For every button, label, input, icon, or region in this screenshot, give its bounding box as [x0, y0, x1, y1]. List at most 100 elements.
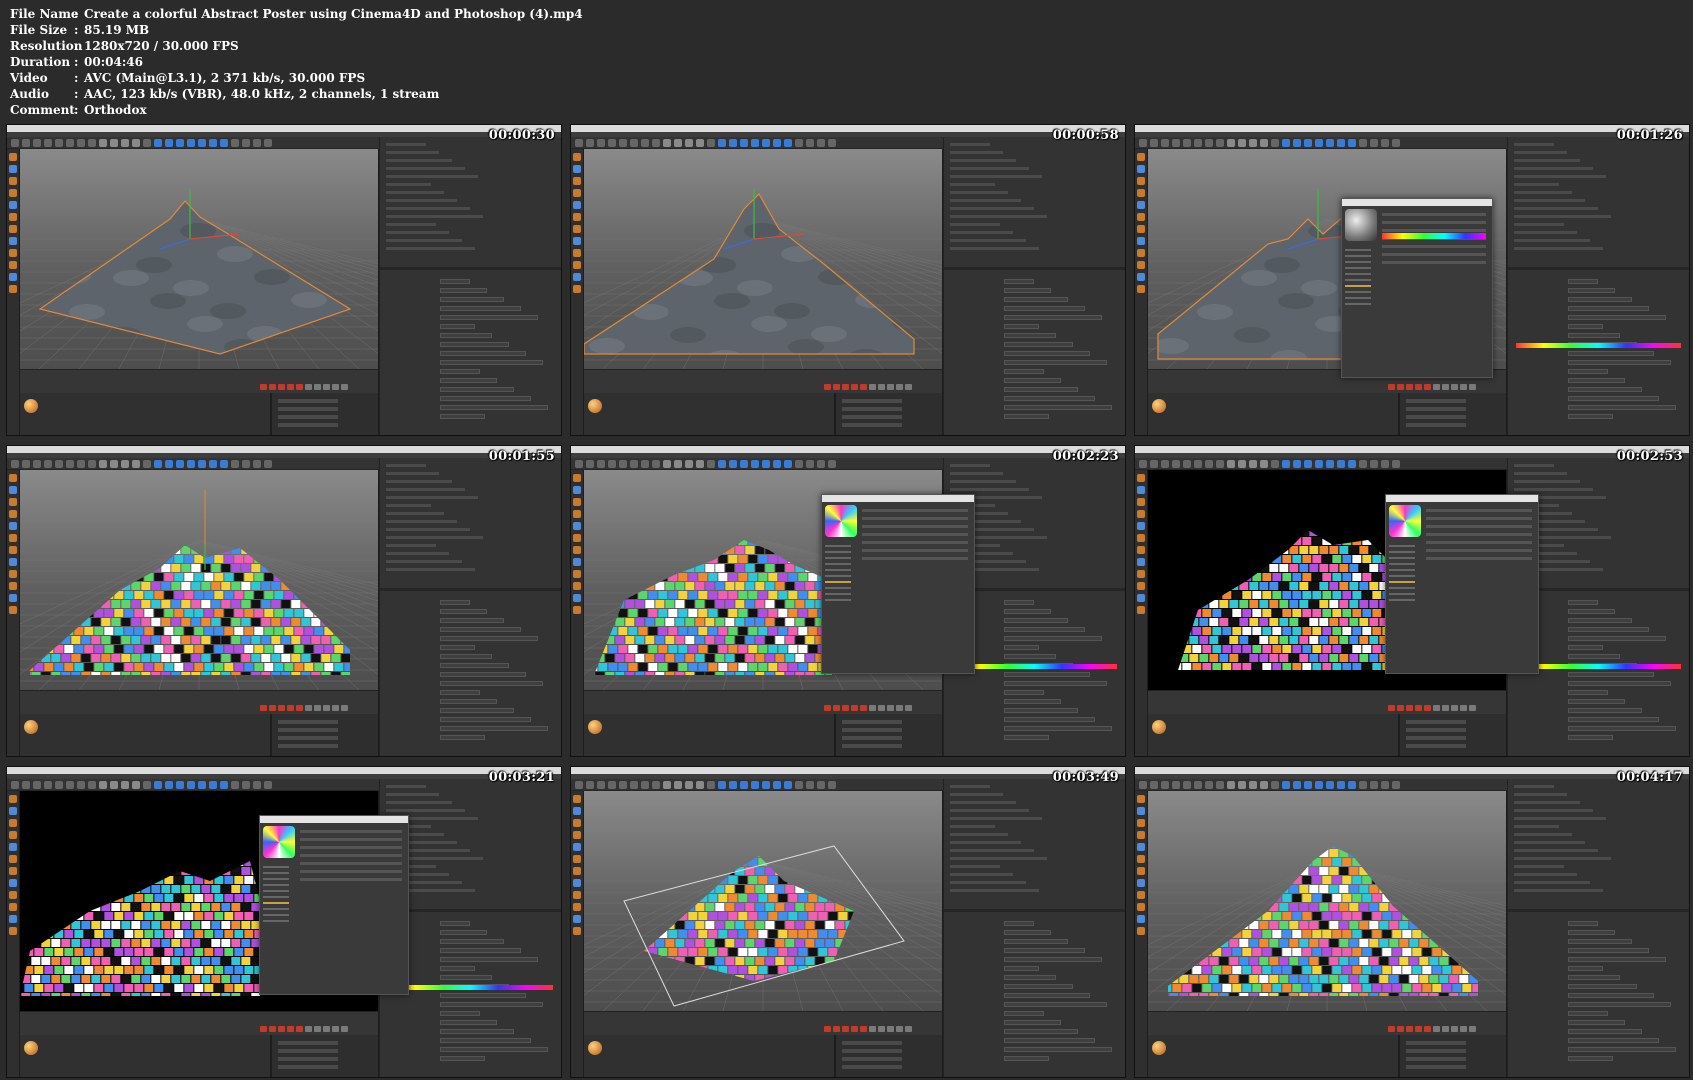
playback-button [878, 384, 885, 390]
toolbar-icon [1216, 139, 1224, 147]
tool-icon [9, 558, 17, 566]
toolbar-icon [1139, 460, 1147, 468]
attributes-panel [379, 137, 561, 435]
attribute-field [440, 378, 497, 383]
playback-button [278, 1026, 285, 1032]
toolbar-icon [121, 781, 129, 789]
tool-icon [9, 165, 17, 173]
timeline [584, 369, 942, 393]
coord-field [842, 736, 902, 740]
channel-list-item [1389, 569, 1415, 571]
playback-button [860, 384, 867, 390]
property-row [300, 854, 402, 857]
attribute-field [440, 939, 504, 944]
timeline [584, 1011, 942, 1035]
coord-field [278, 399, 338, 403]
playback-button [1406, 384, 1413, 390]
info-value: AVC (Main@L3.1), 2 371 kb/s, 30.000 FPS [84, 71, 366, 85]
object-row [950, 809, 1029, 812]
info-row: Audio: AAC, 123 kb/s (VBR), 48.0 kHz, 2 c… [10, 86, 583, 102]
app-titlebar [571, 446, 1125, 453]
tool-icon [1137, 927, 1145, 935]
material-editor-window [259, 815, 409, 995]
tool-icon [9, 225, 17, 233]
left-toolbar [1135, 791, 1147, 1077]
material-editor-titlebar [1386, 495, 1538, 502]
toolbar-icon [1260, 139, 1268, 147]
playback-button [296, 705, 303, 711]
toolbar-icon [630, 139, 638, 147]
tool-icon [1137, 153, 1145, 161]
object-row [950, 889, 1039, 892]
object-row [386, 793, 439, 796]
tool-icon [573, 927, 581, 935]
toolbar-icon [1172, 139, 1180, 147]
playback-button [314, 384, 321, 390]
viewport [584, 791, 942, 1011]
object-row [950, 865, 1000, 868]
object-row [386, 191, 444, 194]
object-row [386, 480, 452, 483]
channel-list-item [1345, 303, 1371, 305]
toolbar-icon [729, 781, 737, 789]
toolbar-icon [264, 781, 272, 789]
tool-icon [9, 903, 17, 911]
attribute-field [440, 690, 480, 695]
toolbar-icon [176, 781, 184, 789]
toolbar-icon [1227, 460, 1235, 468]
toolbar-icon [231, 460, 239, 468]
toolbar-icon [1370, 460, 1378, 468]
attribute-field [1004, 930, 1051, 935]
video-thumbnail: 00:00:58 [570, 124, 1126, 436]
toolbar-icon [608, 460, 616, 468]
toolbar-icon [1293, 139, 1301, 147]
timecode-label: 00:03:21 [488, 770, 555, 785]
tool-icon [1137, 474, 1145, 482]
tool-icon [1137, 285, 1145, 293]
playback-button [905, 705, 912, 711]
material-editor-titlebar [822, 495, 974, 502]
property-row [862, 533, 968, 536]
timecode-label: 00:01:26 [1616, 128, 1683, 143]
left-toolbar [7, 791, 19, 1077]
playback-button [332, 705, 339, 711]
tool-icon [1137, 237, 1145, 245]
attribute-field [1004, 297, 1068, 302]
tool-icon [9, 522, 17, 530]
object-row [386, 215, 483, 218]
toolbar-icon [176, 139, 184, 147]
property-row [862, 557, 968, 560]
attribute-field [1004, 279, 1034, 284]
toolbar-icon [110, 460, 118, 468]
playback-button [314, 1026, 321, 1032]
coord-field [842, 399, 902, 403]
coord-field [1406, 415, 1466, 419]
app-titlebar [1135, 767, 1689, 774]
video-thumbnail: 00:04:17 [1134, 766, 1690, 1078]
toolbar-icon [817, 781, 825, 789]
toolbar-icon [1304, 460, 1312, 468]
tool-icon [9, 546, 17, 554]
info-row: Resolution:1280x720 / 30.000 FPS [10, 38, 583, 54]
coord-field [278, 407, 338, 411]
toolbar-icon [784, 781, 792, 789]
info-sep: : [74, 7, 79, 21]
channel-list-item [825, 563, 851, 565]
playback-button [1415, 1026, 1422, 1032]
tool-icon [1137, 558, 1145, 566]
material-swatch [1152, 1041, 1166, 1055]
tool-icon [1137, 867, 1145, 875]
app-titlebar [571, 767, 1125, 774]
attribute-field [1568, 948, 1649, 953]
toolbar-icon [597, 460, 605, 468]
attribute-field [1568, 690, 1608, 695]
property-row [1426, 557, 1532, 560]
tool-icon [573, 594, 581, 602]
toolbar-icon [33, 139, 41, 147]
toolbar-icon [806, 139, 814, 147]
viewport [20, 470, 378, 690]
playback-button [260, 384, 267, 390]
playback-button [1424, 1026, 1431, 1032]
tool-icon [9, 213, 17, 221]
coord-field [842, 728, 902, 732]
